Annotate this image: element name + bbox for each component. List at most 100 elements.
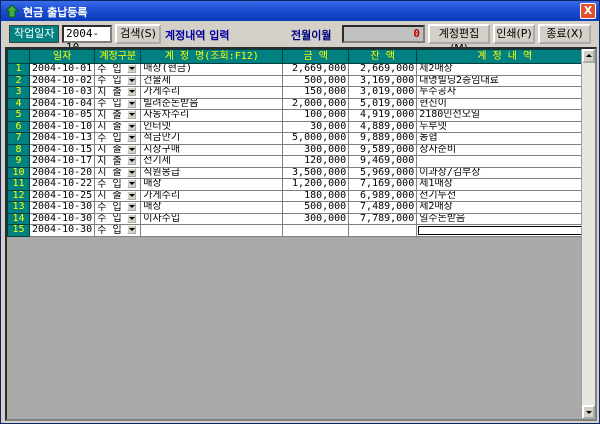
column-header[interactable] xyxy=(7,49,30,64)
balance-cell[interactable]: 2,669,000 xyxy=(348,63,418,76)
balance-cell[interactable]: 3,169,000 xyxy=(348,74,418,87)
account-name-cell[interactable]: 가게수리 xyxy=(140,86,284,99)
balance-cell[interactable]: 5,969,000 xyxy=(348,166,418,179)
dropdown-arrow-icon[interactable] xyxy=(127,202,137,211)
account-detail-cell[interactable]: 이과장/김부장 xyxy=(416,166,594,179)
scroll-up-icon[interactable] xyxy=(582,49,595,63)
exit-button[interactable]: 종료(X) xyxy=(538,24,591,44)
amount-cell[interactable]: 2,000,000 xyxy=(282,97,350,110)
account-name-cell[interactable]: 직원봉급 xyxy=(140,166,284,179)
table-row[interactable]: 7 2004-10-13 수 입 적금만기 5,000,000 9,889,000 농협 xyxy=(7,132,594,145)
account-name-cell[interactable]: 적금만기 xyxy=(140,132,284,145)
work-date-input[interactable]: 2004-10 xyxy=(62,25,112,54)
account-type-select[interactable]: 수 입 xyxy=(94,97,142,110)
dropdown-arrow-icon[interactable] xyxy=(127,110,137,119)
search-button[interactable]: 검색(S) xyxy=(115,24,161,44)
dropdown-arrow-icon[interactable] xyxy=(127,144,137,154)
scroll-down-icon[interactable] xyxy=(582,405,595,419)
dropdown-arrow-icon[interactable] xyxy=(127,75,137,85)
edit-account-button[interactable]: 계정편집(M) xyxy=(428,24,490,55)
date-cell[interactable]: 2004-10-30 xyxy=(28,224,96,237)
account-detail-cell[interactable]: 두루넷 xyxy=(416,120,594,133)
date-cell[interactable]: 2004-10-15 xyxy=(28,143,96,156)
close-button[interactable]: X xyxy=(580,3,596,19)
account-detail-cell[interactable]: 2180민선오일 xyxy=(416,109,594,122)
column-header[interactable]: 계정구분 xyxy=(94,49,142,64)
account-type-select[interactable]: 수 입 xyxy=(94,178,142,191)
account-detail-cell[interactable] xyxy=(416,155,594,168)
table-row[interactable]: 15 2004-10-30 수 입 xyxy=(7,224,594,237)
date-cell[interactable]: 2004-10-03 xyxy=(28,86,96,99)
amount-cell[interactable]: 120,000 xyxy=(282,155,350,168)
date-cell[interactable]: 2004-10-01 xyxy=(28,63,96,76)
balance-cell[interactable]: 4,889,000 xyxy=(348,120,418,133)
title-bar[interactable]: 현금 출납등록 X xyxy=(1,1,599,21)
account-detail-cell[interactable]: 대명빌딩2층임대료 xyxy=(416,74,594,87)
table-row[interactable]: 1 2004-10-01 수 입 매상(현금) 2,669,000 2,669,000 제2… xyxy=(7,63,594,76)
date-cell[interactable]: 2004-10-04 xyxy=(28,97,96,110)
column-header[interactable]: 일자 xyxy=(28,49,96,64)
table-row[interactable]: 9 2004-10-17 지 출 전기세 120,000 9,469,000 xyxy=(7,155,594,168)
table-row[interactable]: 5 2004-10-05 지 출 자동차수리 100,000 4,919,000 2180민… xyxy=(7,109,594,122)
table-row[interactable]: 6 2004-10-10 지 출 인터넷 30,000 4,889,000 두루넷 xyxy=(7,120,594,133)
balance-cell[interactable]: 9,889,000 xyxy=(348,132,418,145)
date-cell[interactable]: 2004-10-05 xyxy=(28,109,96,122)
print-button[interactable]: 인쇄(P) xyxy=(493,24,535,44)
vertical-scrollbar[interactable] xyxy=(581,49,595,419)
dropdown-arrow-icon[interactable] xyxy=(127,133,137,142)
account-name-cell[interactable]: 가게수리 xyxy=(140,189,284,202)
dropdown-arrow-icon[interactable] xyxy=(127,98,137,108)
amount-cell[interactable]: 2,669,000 xyxy=(282,63,350,76)
account-type-select[interactable]: 수 입 xyxy=(94,63,142,76)
account-type-select[interactable]: 수 입 xyxy=(94,74,142,87)
column-header[interactable]: 잔 액 xyxy=(348,49,418,64)
amount-cell[interactable]: 5,000,000 xyxy=(282,132,350,145)
account-detail-cell[interactable]: 제2매장 xyxy=(416,63,594,76)
account-type-select[interactable]: 지 출 xyxy=(94,155,142,168)
amount-cell[interactable]: 150,000 xyxy=(282,86,350,99)
account-name-cell[interactable]: 매상(현금) xyxy=(140,63,284,76)
table-row[interactable]: 3 2004-10-03 지 출 가게수리 150,000 3,019,000 누수공사 xyxy=(7,86,594,99)
account-type-select[interactable]: 지 출 xyxy=(94,109,142,122)
date-cell[interactable]: 2004-10-30 xyxy=(28,212,96,225)
account-name-cell[interactable]: 인터넷 xyxy=(140,120,284,133)
table-row[interactable]: 10 2004-10-20 지 출 직원봉급 3,500,000 5,969,000 이과장… xyxy=(7,166,594,179)
table-row[interactable]: 8 2004-10-15 지 출 시장구매 300,000 9,589,000 장사준비 xyxy=(7,143,594,156)
date-cell[interactable]: 2004-10-25 xyxy=(28,189,96,202)
balance-cell[interactable]: 7,169,000 xyxy=(348,178,418,191)
amount-cell[interactable] xyxy=(282,224,350,237)
table-row[interactable]: 11 2004-10-22 수 입 매상 1,200,000 7,169,000 제1매장 xyxy=(7,178,594,191)
amount-cell[interactable]: 500,000 xyxy=(282,74,350,87)
table-row[interactable]: 4 2004-10-04 수 입 빌려준돈받음 2,000,000 5,019,000 현진… xyxy=(7,97,594,110)
date-cell[interactable]: 2004-10-10 xyxy=(28,120,96,133)
account-type-select[interactable]: 지 출 xyxy=(94,166,142,179)
table-row[interactable]: 14 2004-10-30 수 입 이자수입 300,000 7,789,000 일수돈받음 xyxy=(7,212,594,225)
amount-cell[interactable]: 3,500,000 xyxy=(282,166,350,179)
table-row[interactable]: 13 2004-10-30 수 입 매상 500,000 7,489,000 제2매장 xyxy=(7,201,594,214)
column-header[interactable]: 계 정 명(조회:F12) xyxy=(140,49,284,64)
account-type-select[interactable]: 지 출 xyxy=(94,143,142,156)
balance-cell[interactable]: 4,919,000 xyxy=(348,109,418,122)
account-type-select[interactable]: 수 입 xyxy=(94,212,142,225)
balance-cell[interactable]: 6,989,000 xyxy=(348,189,418,202)
amount-cell[interactable]: 1,200,000 xyxy=(282,178,350,191)
dropdown-arrow-icon[interactable] xyxy=(127,179,137,188)
balance-cell[interactable]: 7,489,000 xyxy=(348,201,418,214)
dropdown-arrow-icon[interactable] xyxy=(127,213,137,223)
account-name-cell[interactable] xyxy=(140,224,284,237)
account-type-select[interactable]: 지 출 xyxy=(94,120,142,133)
date-cell[interactable]: 2004-10-22 xyxy=(28,178,96,191)
date-cell[interactable]: 2004-10-17 xyxy=(28,155,96,168)
table-row[interactable]: 12 2004-10-25 지 출 가게수리 180,000 6,989,000 전기누전 xyxy=(7,189,594,202)
dropdown-arrow-icon[interactable] xyxy=(127,225,137,234)
account-name-cell[interactable]: 이자수입 xyxy=(140,212,284,225)
column-header[interactable]: 금 액 xyxy=(282,49,350,64)
dropdown-arrow-icon[interactable] xyxy=(127,64,137,73)
dropdown-arrow-icon[interactable] xyxy=(127,190,137,200)
amount-cell[interactable]: 500,000 xyxy=(282,201,350,214)
amount-cell[interactable]: 100,000 xyxy=(282,109,350,122)
account-detail-cell[interactable] xyxy=(416,224,594,237)
account-type-select[interactable]: 수 입 xyxy=(94,201,142,214)
amount-cell[interactable]: 300,000 xyxy=(282,212,350,225)
amount-cell[interactable]: 180,000 xyxy=(282,189,350,202)
